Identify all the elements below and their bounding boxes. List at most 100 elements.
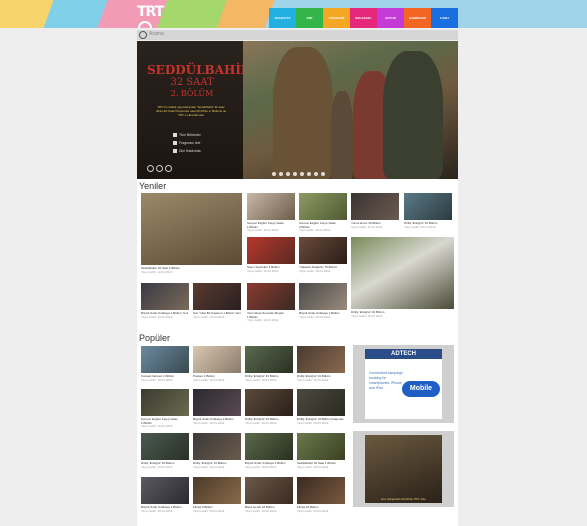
- video-thumbnail[interactable]: [299, 193, 347, 220]
- search-icon[interactable]: [139, 31, 147, 39]
- new-section-title: Yeniler: [139, 181, 167, 191]
- video-thumbnail[interactable]: [299, 237, 347, 264]
- play-icon: [173, 133, 177, 138]
- video-caption[interactable]: Büyük Sırlar Kırkkaya 1.Bölüm Yayın tarih…: [193, 417, 241, 425]
- hero-image[interactable]: [243, 41, 458, 179]
- video-caption[interactable]: Büyük Sırlar Kırkkaya 1.Bölüm Yayın tarih…: [245, 461, 293, 469]
- video-thumbnail[interactable]: [141, 193, 242, 265]
- video-caption[interactable]: Sayın Seyirciler 1.Bölüm Yayın tarihi: 10…: [247, 265, 295, 273]
- video-thumbnail[interactable]: [141, 283, 189, 310]
- video-thumbnail[interactable]: [193, 433, 241, 460]
- video-thumbnail[interactable]: [193, 283, 241, 310]
- slider-dot[interactable]: [314, 172, 318, 176]
- hero-slider[interactable]: SEDDÜLBAHİR 32 SAAT 2. BÖLÜM TRT'nin idd…: [137, 41, 458, 179]
- about-link[interactable]: Dizi Hakkında: [173, 149, 201, 154]
- video-caption[interactable]: Diriliş 'Ertuğrul' 16.Bölüm Yayın tarihi:…: [245, 417, 293, 425]
- promo-image[interactable]: Her Çarşamba 20.00'de TRT 1'de: [365, 435, 442, 503]
- video-caption[interactable]: Kocaeli Kahvesi 1.Bölüm Yayın tarihi: 10.…: [141, 374, 189, 382]
- mobile-badge: Mobile: [402, 381, 440, 397]
- video-caption[interactable]: Büyük Sırlar Kırkkaya 1.Bölüm Yayın tarih…: [299, 311, 347, 319]
- nav-program[interactable]: PROGRAM: [323, 8, 350, 28]
- slider-dot[interactable]: [300, 172, 304, 176]
- video-caption[interactable]: Diriliş 'Ertuğrul' 16.Bölüm Yayın tarihi:…: [351, 310, 454, 318]
- soldier-figure: [331, 91, 353, 179]
- video-thumbnail[interactable]: [141, 346, 189, 373]
- slider-dots: [272, 172, 325, 176]
- hero-subtitle: 32 SAAT: [170, 77, 214, 88]
- video-thumbnail[interactable]: [245, 433, 293, 460]
- video-caption[interactable]: Sonsuz Ezgiler Kayıp Vatan 1.Bölüm Yayın …: [141, 417, 189, 429]
- video-caption[interactable]: Diriliş 'Ertuğrul' 16.Bölüm Yayın tarihi:…: [141, 461, 189, 469]
- video-thumbnail[interactable]: [193, 346, 241, 373]
- slider-dot[interactable]: [272, 172, 276, 176]
- logo-text: TRT: [137, 4, 164, 20]
- ad-content[interactable]: ADTECH Convenient campaign booking for s…: [365, 349, 442, 419]
- video-caption[interactable]: Son Yıllar Bir Kapanın 1.Bölüm Yeni Yayın…: [193, 311, 241, 319]
- hero-description: TRT'nin iddialı yapımlarından 'Seddülbah…: [155, 105, 227, 117]
- search-bar[interactable]: Arama: [137, 30, 458, 40]
- video-thumbnail[interactable]: [245, 477, 293, 504]
- nav-series[interactable]: DIZI: [296, 8, 323, 28]
- nav-live[interactable]: CANLI: [431, 8, 458, 28]
- video-thumbnail[interactable]: [351, 193, 399, 220]
- video-caption[interactable]: Yeni Hayat Sorunları Bugün 1.Bölüm Yayın …: [247, 311, 295, 323]
- video-thumbnail[interactable]: [297, 346, 345, 373]
- twitter-icon[interactable]: [156, 165, 163, 172]
- video-thumbnail[interactable]: [247, 283, 295, 310]
- hero-info-panel: SEDDÜLBAHİR 32 SAAT 2. BÖLÜM TRT'nin idd…: [137, 41, 251, 179]
- trt-logo[interactable]: TRT: [137, 4, 177, 28]
- video-thumbnail[interactable]: [351, 237, 454, 309]
- video-caption[interactable]: Büyük Sırlar Kırkkaya 1.Bölüm Yayın tarih…: [141, 505, 189, 513]
- facebook-icon[interactable]: [147, 165, 154, 172]
- video-thumbnail[interactable]: [299, 283, 347, 310]
- video-thumbnail[interactable]: [193, 389, 241, 416]
- video-caption[interactable]: Diriliş 'Ertuğrul' 16.Bölüm Yayın tarihi:…: [193, 461, 241, 469]
- popular-section-title: Popüler: [139, 333, 171, 343]
- video-thumbnail[interactable]: [297, 433, 345, 460]
- nav-kids[interactable]: ÇOCUK: [377, 8, 404, 28]
- video-thumbnail[interactable]: [141, 389, 189, 416]
- video-thumbnail[interactable]: [247, 193, 295, 220]
- video-icon: [173, 141, 177, 146]
- video-caption[interactable]: Filinta 16.Bölüm Yayın tarihi: 10.01.2014: [297, 505, 345, 513]
- ad-text: Convenient campaign booking for smartpho…: [369, 371, 403, 390]
- video-caption[interactable]: Sonsuz Ezgiler Kayıp Vatan 1.Bölüm Yayın …: [247, 221, 295, 233]
- promo-banner[interactable]: Her Çarşamba 20.00'de TRT 1'de: [353, 431, 454, 507]
- nav-news[interactable]: HABERLER: [404, 8, 431, 28]
- slider-dot[interactable]: [307, 172, 311, 176]
- video-caption[interactable]: Yükselen Değerler 75.Bölüm Yayın tarihi: …: [299, 265, 347, 273]
- video-caption[interactable]: Yunus Emre 45.Bölüm Yayın tarihi: 10.01.2…: [351, 221, 399, 229]
- video-caption[interactable]: Bana Gerek 16.Bölüm Yayın tarihi: 10.01.2…: [245, 505, 293, 513]
- trailer-link[interactable]: Fragmanı İzle: [173, 141, 200, 146]
- video-thumbnail[interactable]: [193, 477, 241, 504]
- video-caption[interactable]: Diriliş 'Ertuğrul' 16.Bölüm Yayın tarihi:…: [404, 221, 452, 229]
- video-thumbnail[interactable]: [141, 433, 189, 460]
- video-caption[interactable]: Diriliş 'Ertuğrul' 16.Bölüm Yayın tarihi:…: [297, 374, 345, 382]
- video-thumbnail[interactable]: [404, 193, 452, 220]
- slider-dot[interactable]: [286, 172, 290, 176]
- ad-banner[interactable]: ADTECH Convenient campaign booking for s…: [353, 345, 454, 423]
- video-caption[interactable]: Diriliş 'Ertuğrul' 16.Bölüm Yayın tarihi:…: [245, 374, 293, 382]
- slider-dot[interactable]: [279, 172, 283, 176]
- search-input[interactable]: Arama: [149, 31, 164, 37]
- video-caption[interactable]: Postacı 1.Bölüm Yayın tarihi: 10.01.2014: [193, 374, 241, 382]
- video-thumbnail[interactable]: [141, 477, 189, 504]
- nav-home[interactable]: ANASAYFA: [269, 8, 296, 28]
- share-icon[interactable]: [165, 165, 172, 172]
- video-caption[interactable]: Diriliş 'Ertuğrul' 16.Bölüm Fragmanı Yayı…: [297, 417, 345, 425]
- slider-dot[interactable]: [293, 172, 297, 176]
- video-thumbnail[interactable]: [245, 346, 293, 373]
- slider-dot[interactable]: [321, 172, 325, 176]
- video-caption[interactable]: Seddülbahir 32 Saat 1.Bölüm Yayın tarihi:…: [297, 461, 345, 469]
- video-thumbnail[interactable]: [247, 237, 295, 264]
- video-thumbnail[interactable]: [245, 389, 293, 416]
- video-caption[interactable]: Sonsuz Ezgiler Kayıp Vatan 2.Bölüm Yayın …: [299, 221, 347, 233]
- video-caption[interactable]: Seddülbahir 32 Saat 1.Bölüm Yayın tarihi:…: [141, 266, 242, 274]
- all-episodes-link[interactable]: Tüm Bölümler: [173, 133, 201, 138]
- video-thumbnail[interactable]: [297, 477, 345, 504]
- video-thumbnail[interactable]: [297, 389, 345, 416]
- video-caption[interactable]: Filinta 6.Bölüm Yayın tarihi: 10.01.2014: [193, 505, 241, 513]
- ad-brand: ADTECH: [365, 349, 442, 359]
- video-caption[interactable]: Büyük Sırlar Kırkkaya 1.Bölüm Yeni Yayın …: [141, 311, 189, 319]
- nav-documentary[interactable]: BELGESEL: [350, 8, 377, 28]
